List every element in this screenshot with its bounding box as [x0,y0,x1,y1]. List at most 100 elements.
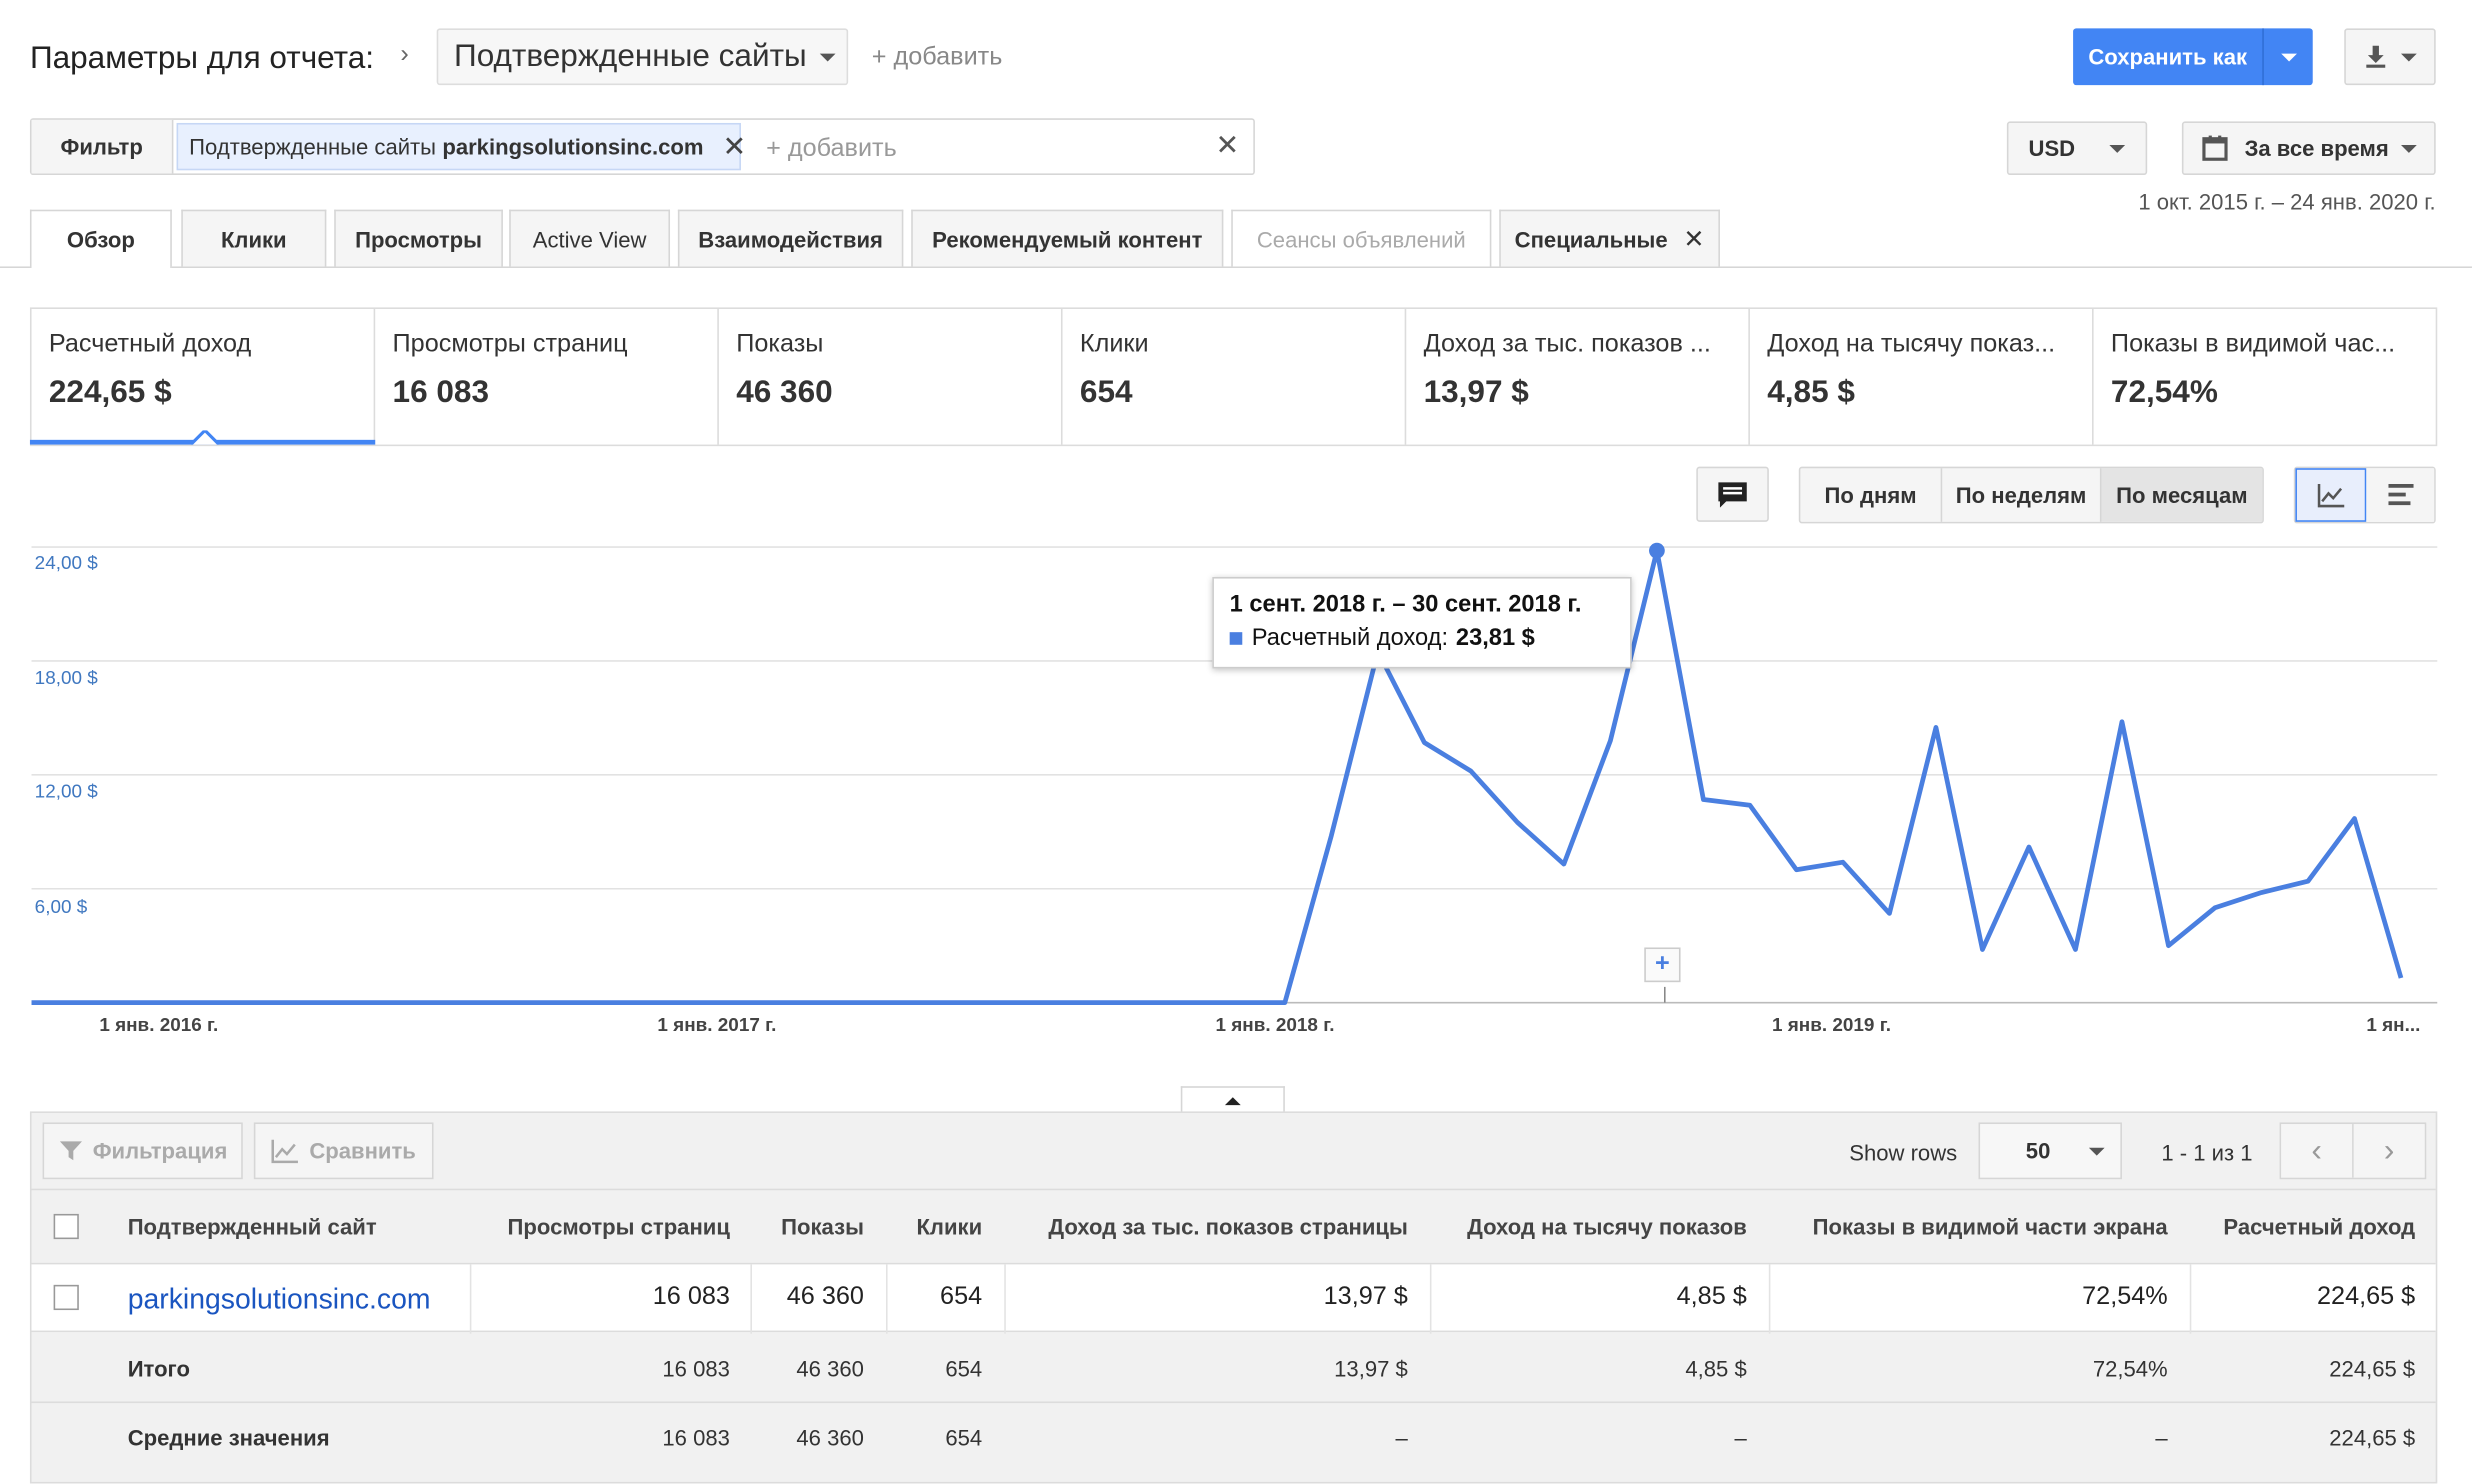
table-filter-label: Фильтрация [92,1138,228,1164]
filter-bar: Фильтр Подтвержденные сайты parkingsolut… [29,118,1255,175]
average-viewability: – [2155,1425,2168,1451]
tab-custom[interactable]: Специальные ✕ [1499,209,1720,267]
show-rows-label: Show rows [1849,1139,1958,1166]
x-tick-label: 1 янв. 2018 г. [1215,1013,1335,1036]
column-header-revenue[interactable]: Расчетный доход [2223,1214,2415,1239]
granularity-weeks[interactable]: По неделям [1942,468,2102,522]
tab-overview[interactable]: Обзор [29,209,172,269]
metric-value: 654 [1079,375,1133,410]
chevron-down-icon [2088,1146,2104,1155]
series-swatch [1229,631,1243,645]
chevron-down-icon [2401,144,2418,153]
metric-label: Доход на тысячу показ... [1767,331,2056,358]
dimension-label: Подтвержденные сайты [454,38,807,74]
metric-label: Расчетный доход [48,331,252,358]
total-impression-rpm: 4,85 $ [1685,1355,1747,1382]
metric-label: Просмотры страниц [392,331,628,358]
currency-label: USD [2028,135,2076,161]
site-link[interactable]: parkingsolutionsinc.com [128,1283,431,1316]
save-as-button-group: Сохранить как [2073,28,2313,86]
cell-page-views: 16 083 [652,1283,730,1311]
metric-value: 72,54% [2110,375,2218,410]
prev-page-icon: ‹ [2281,1124,2354,1178]
y-tick-label: 18,00 $ [34,666,98,689]
cell-impressions: 46 360 [786,1283,864,1311]
save-as-button[interactable]: Сохранить как [2073,28,2262,85]
collapse-chart-button[interactable] [1180,1086,1285,1114]
column-header-site[interactable]: Подтвержденный сайт [128,1214,377,1239]
row-checkbox[interactable] [53,1284,79,1311]
average-row-label: Средние значения [127,1425,330,1451]
total-revenue: 224,65 $ [2329,1355,2416,1382]
metric-value: 13,97 $ [1423,375,1529,410]
add-annotation-icon[interactable]: + [1644,947,1681,983]
line-chart-icon [2316,483,2344,508]
column-header-page-views[interactable]: Просмотры страниц [508,1214,730,1239]
tab-recommended-content[interactable]: Рекомендуемый контент [911,209,1224,267]
tab-active-view[interactable]: Active View [509,209,671,267]
table-view-button[interactable] [2366,468,2435,522]
clear-filter-icon[interactable]: ✕ [1215,129,1239,162]
column-header-impression-rpm[interactable]: Доход на тысячу показов [1467,1214,1747,1239]
select-all-checkbox[interactable] [53,1213,79,1240]
granularity-toggle: По дням По неделям По месяцам [1798,466,2264,524]
column-header-page-rpm[interactable]: Доход за тыс. показов страницы [1048,1214,1407,1239]
row-divider [31,1401,2436,1404]
granularity-months[interactable]: По месяцам [2101,468,2263,522]
tab-clicks[interactable]: Клики [181,209,327,267]
metric-card-impressions[interactable]: Показы 46 360 [719,308,1063,445]
calendar-icon [2202,135,2228,161]
total-viewability: 72,54% [2092,1355,2168,1382]
filter-button[interactable]: Фильтр [31,119,174,174]
rows-per-page-select[interactable]: 50 [1978,1122,2122,1180]
column-header-impressions[interactable]: Показы [781,1214,864,1239]
metric-card-clicks[interactable]: Клики 654 [1063,308,1407,445]
next-page-icon: › [2353,1124,2425,1178]
chevron-down-icon [2401,52,2417,61]
tooltip-title: 1 сент. 2018 г. – 30 сент. 2018 г. [1229,591,1582,618]
save-as-menu-button[interactable] [2262,28,2312,86]
rows-per-page-value: 50 [2025,1138,2051,1164]
download-button[interactable] [2344,28,2436,86]
date-range-dropdown[interactable]: За все время [2181,121,2436,175]
metric-value: 4,85 $ [1767,375,1855,410]
metric-selected-pointer [190,430,220,445]
total-clicks: 654 [945,1355,983,1382]
average-page-rpm: – [1395,1425,1408,1451]
metric-label: Клики [1079,331,1149,358]
metric-card-page-views[interactable]: Просмотры страниц 16 083 [375,308,719,445]
dimension-dropdown[interactable]: Подтвержденные сайты [436,28,849,86]
x-tick-label: 1 янв. 2016 г. [99,1013,219,1036]
highlighted-point[interactable] [1649,542,1665,559]
tab-interactions[interactable]: Взаимодействия [677,209,904,267]
x-tick-label: 1 янв. 2017 г. [657,1013,777,1036]
remove-filter-chip-icon[interactable]: ✕ [722,130,746,163]
average-revenue: 224,65 $ [2329,1425,2416,1451]
metric-card-page-rpm[interactable]: Доход за тыс. показов ... 13,97 $ [1406,308,1750,445]
cell-clicks: 654 [940,1283,983,1311]
metric-label: Показы [736,331,824,358]
granularity-days[interactable]: По дням [1800,468,1943,522]
annotations-button[interactable] [1696,466,1769,522]
filter-add-input[interactable]: + добавить [766,136,897,164]
x-tick-label: 1 янв. 2019 г. [1771,1013,1891,1036]
column-header-clicks[interactable]: Клики [916,1214,982,1239]
compare-label: Сравнить [309,1138,416,1164]
average-page-views: 16 083 [662,1425,730,1451]
currency-dropdown[interactable]: USD [2006,121,2148,175]
cell-impression-rpm: 4,85 $ [1676,1283,1747,1311]
metric-card-estimated-revenue[interactable]: Расчетный доход 224,65 $ [32,308,376,445]
date-range-text: 1 окт. 2015 г. – 24 янв. 2020 г. [2138,189,2436,215]
tab-views[interactable]: Просмотры [334,209,503,267]
line-chart-button[interactable] [2295,468,2367,522]
metric-card-impression-rpm[interactable]: Доход на тысячу показ... 4,85 $ [1750,308,2094,445]
chevron-down-icon [2280,52,2297,61]
column-header-viewability[interactable]: Показы в видимой части экрана [1813,1214,2168,1239]
y-tick-label: 24,00 $ [34,551,98,574]
metric-card-viewability[interactable]: Показы в видимой час... 72,54% [2094,309,2438,445]
filter-chip-prefix: Подтвержденные сайты [189,134,437,160]
close-icon[interactable]: ✕ [1683,223,1704,255]
add-dimension-link[interactable]: + добавить [872,44,1003,72]
metric-label: Показы в видимой час... [2110,331,2396,358]
chevron-down-icon [2109,144,2126,153]
